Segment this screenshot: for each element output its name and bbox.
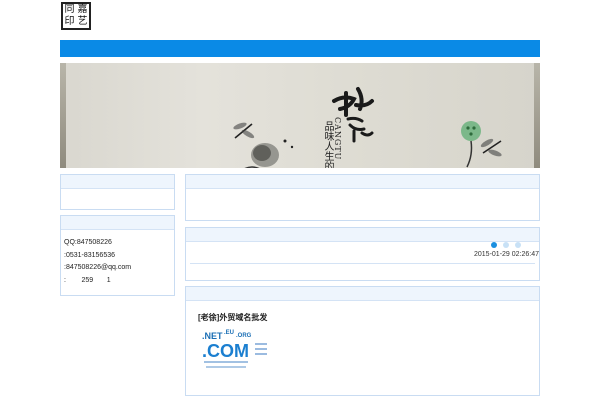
contact-phone: :0531-83156536: [64, 251, 115, 259]
slider-dot[interactable]: [491, 242, 497, 248]
slider-dot[interactable]: [503, 242, 509, 248]
panel-header: [61, 216, 174, 230]
panel-header: [186, 175, 539, 189]
logo-char: 艺: [77, 16, 88, 27]
hero-banner: CANGTU 品味人生的: [60, 63, 540, 168]
logo-char: 同: [64, 4, 75, 15]
ad-text-org: .ORG: [236, 333, 252, 339]
ad-text-net: .NET: [202, 331, 223, 341]
logo-char: 印: [64, 16, 75, 27]
contact-qq: QQ:847508226: [64, 239, 112, 246]
slider-dot[interactable]: [515, 242, 521, 248]
logo-char: 嘉: [77, 4, 88, 15]
scroll-edge-left: [60, 63, 66, 168]
panel-header: [186, 228, 539, 242]
ad-text-com: .COM: [202, 341, 249, 361]
contact-info: QQ:847508226 :0531-83156536 :847508226@q…: [64, 237, 131, 287]
contact-email[interactable]: :847508226@qq.com: [64, 262, 131, 275]
panel-header: [61, 175, 174, 189]
contact-stats: : 259 1: [64, 276, 111, 284]
scroll-edge-right: [534, 63, 540, 168]
ad-title-link[interactable]: [老徐]外贸域名批发: [198, 312, 267, 323]
domain-ad-image[interactable]: .NET .EU .ORG .COM: [200, 325, 272, 373]
nav-bar[interactable]: [60, 40, 540, 57]
dragonfly-icon: [233, 122, 255, 139]
lotus-pod-icon: [461, 121, 502, 168]
main-panel-1: [185, 174, 540, 221]
divider: [190, 263, 535, 264]
banner-slogan-cn: 品味人生的: [322, 121, 333, 168]
sidebar-panel-1: [60, 174, 175, 210]
news-timestamp: 2015-01-29 02:26:47: [474, 251, 539, 258]
banner-slogan-en: CANGTU: [333, 117, 342, 161]
ad-text-eu: .EU: [224, 330, 234, 336]
panel-header: [186, 287, 539, 301]
site-logo[interactable]: 同 嘉 印 艺: [61, 2, 91, 30]
